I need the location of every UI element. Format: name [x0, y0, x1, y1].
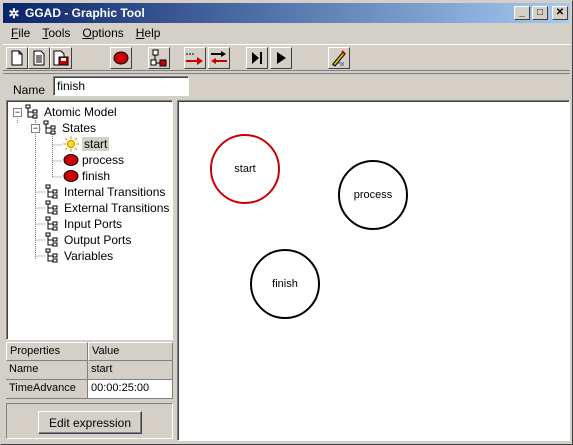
state-node-finish[interactable]: finish	[250, 249, 320, 319]
play-icon[interactable]	[270, 47, 292, 69]
name-row: Name	[3, 73, 570, 98]
close-button[interactable]: ✕	[552, 6, 568, 20]
tree-section-label: Variables	[64, 249, 114, 263]
new-file-icon[interactable]	[6, 47, 28, 69]
tree-states-label: States	[62, 121, 97, 135]
external-transition-icon[interactable]	[184, 47, 206, 69]
step-icon[interactable]	[246, 47, 268, 69]
state-label: finish	[272, 278, 298, 290]
tree-section-label: External Transitions	[64, 201, 170, 215]
value-column-header: Value	[88, 342, 173, 361]
table-row: Name start	[6, 361, 173, 380]
maximize-button[interactable]: □	[532, 6, 548, 20]
tree-input-ports[interactable]: Input Ports	[45, 216, 122, 232]
edit-expression-area: Edit expression	[6, 403, 173, 439]
tree-root[interactable]: Atomic Model	[25, 104, 117, 120]
state-node-process[interactable]: process	[338, 160, 408, 230]
state-icon	[63, 168, 79, 184]
hierarchy-icon[interactable]	[148, 47, 170, 69]
folder-tree-icon	[45, 216, 61, 232]
tree-internal-transitions[interactable]: Internal Transitions	[45, 184, 165, 200]
gear-icon: ✲	[8, 5, 20, 21]
tree-section-label: Input Ports	[64, 217, 123, 231]
folder-tree-icon	[45, 248, 61, 264]
state-icon	[63, 152, 79, 168]
window-title: GGAD - Graphic Tool	[25, 6, 145, 20]
menu-bar: File Tools Options Help	[3, 24, 570, 42]
tree-root-label: Atomic Model	[44, 105, 117, 119]
menu-options[interactable]: Options	[76, 26, 129, 40]
tree-states[interactable]: States	[43, 120, 96, 136]
property-key: Name	[6, 361, 88, 380]
app-window: ✲ GGAD - Graphic Tool _ □ ✕ File Tools O…	[0, 0, 573, 445]
tree-state-finish[interactable]: finish	[63, 168, 110, 184]
menu-file[interactable]: File	[3, 26, 36, 40]
minimize-button[interactable]: _	[514, 6, 530, 20]
tree-variables[interactable]: Variables	[45, 248, 113, 264]
edit-expression-button[interactable]: Edit expression	[38, 411, 142, 434]
add-state-icon[interactable]	[110, 47, 132, 69]
name-label: Name	[13, 83, 46, 97]
open-file-icon[interactable]	[28, 47, 50, 69]
collapse-states-icon[interactable]: −	[31, 124, 40, 133]
properties-grid: Properties Value Name start TimeAdvance …	[6, 342, 173, 400]
save-file-icon[interactable]	[50, 47, 72, 69]
internal-transition-icon[interactable]	[208, 47, 230, 69]
folder-tree-icon	[25, 104, 41, 120]
state-diagram-canvas[interactable]: start process finish	[177, 100, 570, 441]
folder-tree-icon	[45, 232, 61, 248]
menu-tools[interactable]: Tools	[36, 26, 76, 40]
property-value[interactable]: 00:00:25:00	[88, 380, 173, 399]
edit-pencil-icon[interactable]	[328, 47, 350, 69]
toolbar	[3, 44, 570, 71]
tree-state-process[interactable]: process	[63, 152, 124, 168]
tree-state-label: process	[82, 153, 125, 167]
folder-tree-icon	[45, 200, 61, 216]
tree-state-start[interactable]: start	[63, 136, 110, 152]
folder-tree-icon	[43, 120, 59, 136]
tree-state-label: finish	[82, 169, 111, 183]
tree-external-transitions[interactable]: External Transitions	[45, 200, 169, 216]
state-label: process	[353, 189, 393, 201]
property-key: TimeAdvance	[6, 380, 88, 399]
model-tree: − − Atomic Model States start process fi…	[6, 100, 173, 340]
name-input[interactable]	[53, 76, 189, 96]
state-label: start	[234, 163, 256, 175]
state-node-start[interactable]: start	[210, 134, 280, 204]
tree-output-ports[interactable]: Output Ports	[45, 232, 131, 248]
tree-section-label: Internal Transitions	[64, 185, 166, 199]
properties-header-row: Properties Value	[6, 342, 173, 361]
sun-icon	[63, 136, 79, 152]
collapse-root-icon[interactable]: −	[13, 108, 22, 117]
property-value[interactable]: start	[88, 361, 173, 380]
table-row: TimeAdvance 00:00:25:00	[6, 380, 173, 399]
menu-help[interactable]: Help	[130, 26, 167, 40]
tree-section-label: Output Ports	[64, 233, 132, 247]
tree-state-label: start	[82, 137, 110, 151]
folder-tree-icon	[45, 184, 61, 200]
title-bar[interactable]: ✲ GGAD - Graphic Tool _ □ ✕	[3, 3, 570, 23]
properties-column-header: Properties	[6, 342, 88, 361]
